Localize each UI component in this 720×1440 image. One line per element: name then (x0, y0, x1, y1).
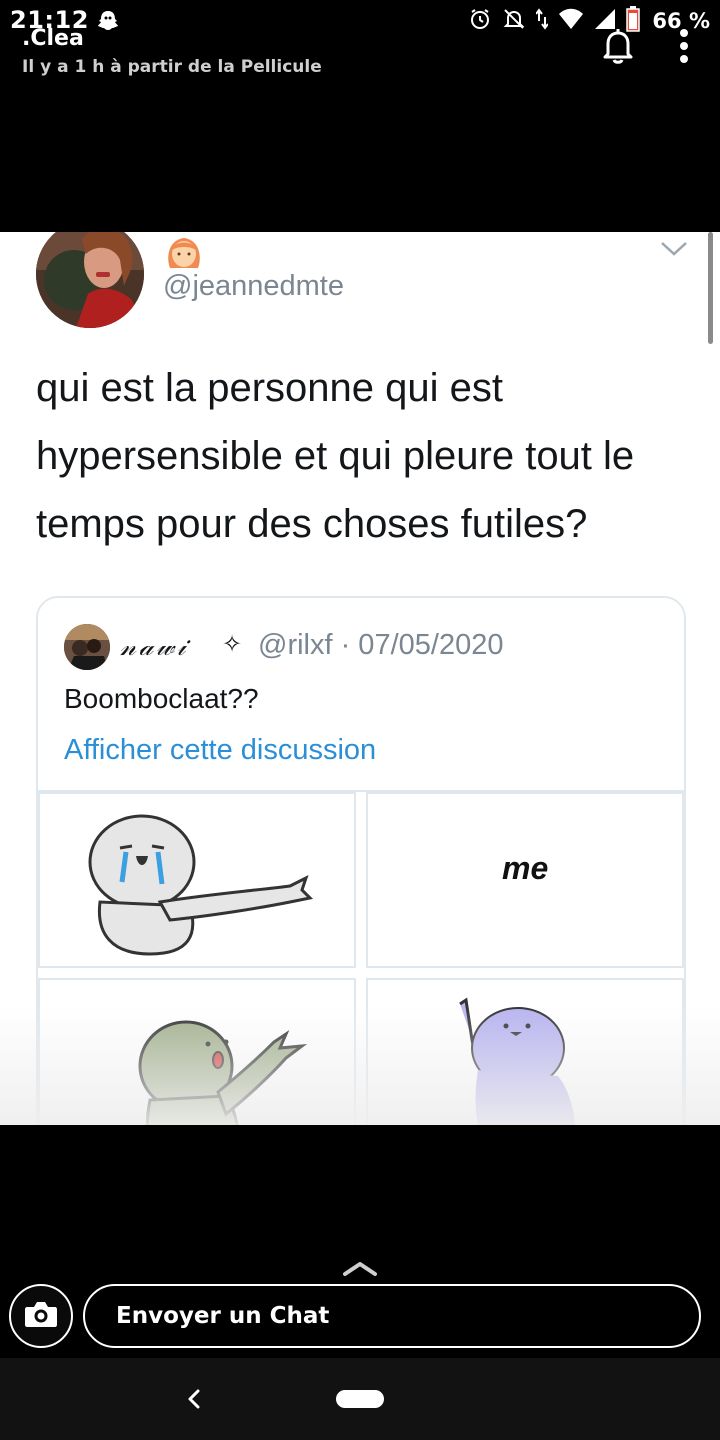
camera-button[interactable] (9, 1284, 73, 1348)
scroll-indicator (708, 232, 713, 344)
back-chevron-icon[interactable] (186, 1388, 202, 1415)
meme-green-character (38, 978, 356, 1125)
meme-caption-cell: me (366, 792, 684, 968)
send-chat-placeholder: Envoyer un Chat (116, 1303, 330, 1329)
sparkle-icon: ✧ (222, 630, 243, 658)
meme-crying-character (38, 792, 356, 968)
person-emoji-icon (164, 234, 204, 273)
data-arrows-icon (535, 7, 550, 36)
story-photo[interactable]: @jeannedmte qui est la personne qui est … (0, 232, 720, 1125)
meme-purple-character (366, 978, 684, 1125)
home-pill-button[interactable] (336, 1390, 384, 1408)
meme-caption: me (502, 850, 549, 886)
quoted-tweet: 𝓃𝒶𝓌𝒾 ✧ @rilxf · 07/05/2020 Boomboclaat??… (36, 596, 686, 1125)
show-thread-link: Afficher cette discussion (64, 734, 377, 766)
camera-icon (24, 1300, 58, 1333)
quoted-tweet-text: Boomboclaat?? (64, 683, 259, 714)
chevron-down-icon (660, 240, 688, 263)
bell-icon[interactable] (598, 26, 638, 71)
tweet-author-handle: @jeannedmte (163, 270, 344, 302)
swipe-up-chevron-icon[interactable] (342, 1260, 378, 1283)
tweet-author-avatar (36, 232, 144, 328)
more-vertical-icon[interactable] (674, 28, 694, 69)
send-chat-input[interactable]: Envoyer un Chat (83, 1284, 701, 1348)
quoted-handle-date: @rilxf · 07/05/2020 (258, 629, 504, 661)
story-subtitle: Il y a 1 h à partir de la Pellicule (22, 57, 322, 77)
meme-grid: me (38, 790, 684, 1125)
snapchat-ghost-icon (96, 9, 120, 36)
alarm-icon (468, 7, 492, 36)
notifications-off-icon (502, 7, 526, 36)
quoted-author-avatar (64, 624, 110, 670)
wifi-icon (558, 8, 584, 35)
quoted-author-name: 𝓃𝒶𝓌𝒾 (120, 632, 189, 662)
tweet-text: qui est la personne qui est hypersensibl… (36, 366, 635, 546)
story-username[interactable]: .Clea (22, 26, 84, 51)
navigation-bar (0, 1358, 720, 1440)
